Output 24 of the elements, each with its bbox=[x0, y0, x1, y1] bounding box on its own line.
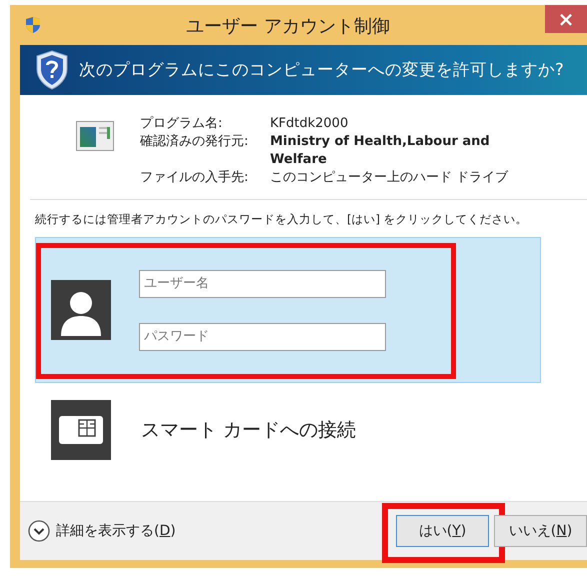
yes-button[interactable]: はい(Y) bbox=[396, 515, 489, 547]
program-icon bbox=[76, 121, 114, 151]
smart-card-label: スマート カードへの接続 bbox=[141, 418, 356, 443]
shield-question-icon bbox=[35, 50, 69, 90]
smart-card-icon bbox=[51, 400, 111, 460]
show-details-button[interactable]: 詳細を表示する(D) bbox=[28, 520, 176, 542]
no-button[interactable]: いいえ(N) bbox=[494, 515, 587, 547]
detail-value: Ministry of Health,Labour and Welfare bbox=[270, 133, 491, 169]
shield-icon bbox=[25, 16, 41, 34]
credential-option[interactable]: ユーザー名 パスワード bbox=[35, 237, 541, 383]
text-field[interactable]: ユーザー名 bbox=[139, 270, 386, 298]
user-avatar-icon bbox=[51, 280, 111, 340]
banner-question: 次のプログラムにこのコンピューターへの変更を許可しますか? bbox=[79, 59, 564, 81]
detail-label: ファイルの入手先: bbox=[140, 169, 250, 187]
detail-value: KFdtdk2000 bbox=[270, 115, 350, 133]
detail-value: このコンピューター上のハード ドライブ bbox=[270, 169, 510, 187]
close-button[interactable]: × bbox=[545, 5, 587, 33]
text-field[interactable]: パスワード bbox=[139, 322, 386, 350]
detail-label: プログラム名: bbox=[140, 115, 224, 133]
detail-label: 確認済みの発行元: bbox=[140, 133, 250, 151]
window-title: ユーザー アカウント制御 bbox=[185, 15, 391, 38]
chevron-down-icon bbox=[28, 520, 50, 542]
instruction-text: 続行するには管理者アカウントのパスワードを入力して、[はい] をクリックしてください。 bbox=[35, 212, 529, 227]
credential-option[interactable]: スマート カードへの接続 bbox=[35, 395, 541, 465]
